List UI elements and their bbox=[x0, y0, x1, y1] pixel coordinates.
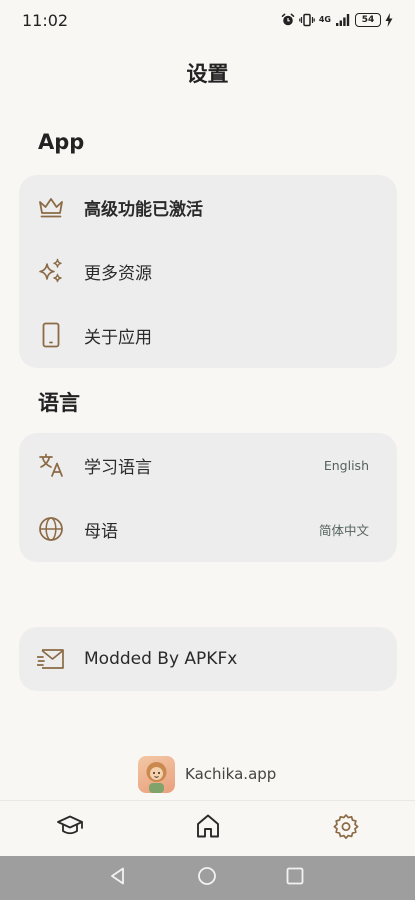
nav-learn-button[interactable] bbox=[55, 813, 85, 843]
system-recents-button[interactable] bbox=[284, 867, 306, 889]
battery-indicator: 54 bbox=[355, 13, 381, 27]
native-language-label: 母语 bbox=[84, 521, 118, 542]
native-language-value: 简体中文 bbox=[318, 522, 369, 538]
premium-activated-row[interactable]: 高级功能已激活 bbox=[19, 175, 397, 239]
about-app-row[interactable]: 关于应用 bbox=[19, 303, 397, 367]
native-language-row[interactable]: 母语 简体中文 bbox=[19, 497, 397, 561]
app-logo bbox=[138, 755, 175, 793]
system-home-button[interactable] bbox=[196, 867, 218, 889]
section-title-app: App bbox=[38, 130, 85, 154]
page-title: 设置 bbox=[186, 62, 229, 86]
signal-icon bbox=[335, 13, 351, 27]
alarm-icon bbox=[281, 13, 295, 27]
learning-language-label: 学习语言 bbox=[84, 457, 152, 478]
gear-icon bbox=[333, 813, 359, 843]
learning-language-row[interactable]: 学习语言 English bbox=[19, 433, 397, 497]
translate-icon bbox=[37, 451, 65, 479]
back-triangle-icon bbox=[108, 866, 128, 890]
system-navigation-bar bbox=[0, 856, 415, 900]
learning-language-value: English bbox=[323, 457, 369, 473]
mod-card: Modded By APKFx bbox=[19, 627, 397, 691]
about-app-label: 关于应用 bbox=[84, 327, 152, 348]
language-settings-card: 学习语言 English 母语 简体中文 bbox=[19, 433, 397, 562]
brand-name: Kachika.app bbox=[185, 765, 277, 783]
charging-icon bbox=[385, 13, 393, 27]
crown-icon bbox=[37, 193, 65, 221]
app-settings-card: 高级功能已激活 更多资源 关于应用 bbox=[19, 175, 397, 368]
bottom-navigation bbox=[0, 800, 415, 856]
modded-by-label: Modded By APKFx bbox=[84, 649, 238, 669]
nav-home-button[interactable] bbox=[193, 813, 223, 843]
modded-by-row[interactable]: Modded By APKFx bbox=[19, 627, 397, 691]
status-bar: 11:02 4G 54 bbox=[0, 0, 415, 40]
graduation-cap-icon bbox=[56, 814, 84, 842]
vibrate-icon bbox=[299, 13, 315, 27]
recents-square-icon bbox=[285, 866, 305, 890]
phone-icon bbox=[37, 321, 65, 349]
globe-icon bbox=[37, 515, 65, 543]
section-title-language: 语言 bbox=[38, 391, 80, 415]
network-type-label: 4G bbox=[318, 15, 331, 24]
sparkles-icon bbox=[37, 257, 65, 285]
brand-footer[interactable]: Kachika.app bbox=[138, 755, 277, 793]
status-icons: 4G 54 bbox=[281, 13, 393, 27]
system-back-button[interactable] bbox=[107, 867, 129, 889]
premium-activated-label: 高级功能已激活 bbox=[84, 199, 203, 220]
home-circle-icon bbox=[197, 866, 217, 890]
nav-settings-button[interactable] bbox=[331, 813, 361, 843]
status-time: 11:02 bbox=[22, 10, 69, 30]
home-icon bbox=[195, 813, 221, 843]
more-resources-row[interactable]: 更多资源 bbox=[19, 239, 397, 303]
more-resources-label: 更多资源 bbox=[84, 263, 152, 284]
mail-icon bbox=[37, 645, 65, 673]
